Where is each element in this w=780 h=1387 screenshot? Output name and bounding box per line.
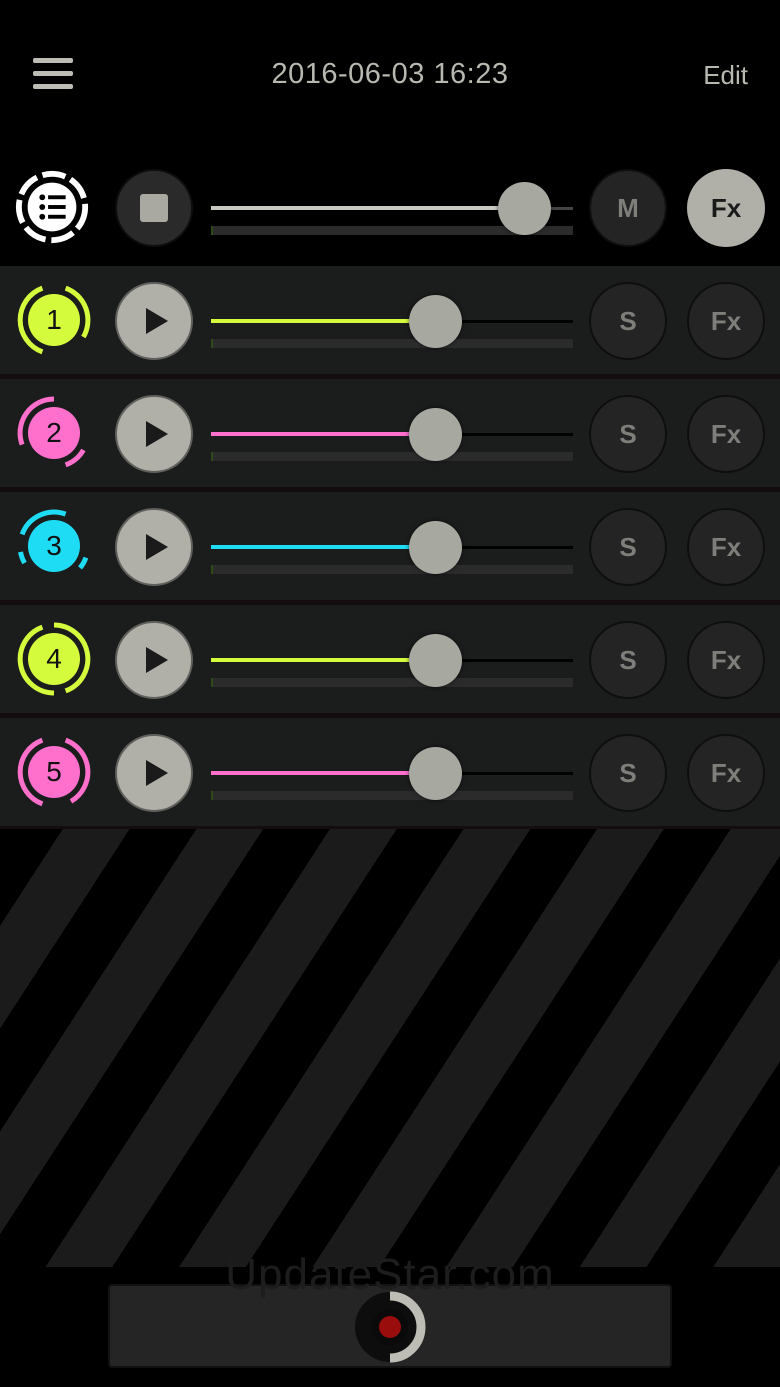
track-fx-button[interactable]: Fx [687, 395, 765, 473]
stop-button[interactable] [115, 169, 193, 247]
track-volume-slider[interactable] [211, 397, 573, 475]
track-fx-button[interactable]: Fx [687, 621, 765, 699]
track-volume-knob[interactable] [408, 747, 462, 800]
master-mute-button[interactable]: M [589, 169, 667, 247]
track-volume-fill [211, 319, 436, 323]
track-volume-fill [211, 771, 436, 775]
track-volume-slider[interactable] [211, 510, 573, 588]
header-bar: 2016-06-03 16:23 Edit [0, 0, 780, 150]
play-icon [146, 760, 168, 786]
solo-button[interactable]: S [589, 621, 667, 699]
track-volume-knob[interactable] [408, 634, 462, 687]
track-fx-button[interactable]: Fx [687, 282, 765, 360]
master-volume-slider[interactable] [211, 171, 573, 249]
play-button[interactable] [115, 395, 193, 473]
play-icon [146, 647, 168, 673]
play-button[interactable] [115, 734, 193, 812]
track-row-4: 4 S Fx [0, 605, 780, 718]
track-row-5: 5 S Fx [0, 718, 780, 831]
track-volume-slider[interactable] [211, 736, 573, 814]
track-volume-fill [211, 545, 436, 549]
record-icon [379, 1316, 401, 1338]
solo-button[interactable]: S [589, 282, 667, 360]
solo-button[interactable]: S [589, 395, 667, 473]
track-row-1: 1 S Fx [0, 266, 780, 379]
solo-button[interactable]: S [589, 508, 667, 586]
track-volume-knob[interactable] [408, 521, 462, 574]
track-volume-knob[interactable] [408, 408, 462, 461]
play-icon [146, 421, 168, 447]
track-row-3: 3 S Fx [0, 492, 780, 605]
track-fx-button[interactable]: Fx [687, 734, 765, 812]
track-number-badge[interactable] [14, 619, 94, 699]
session-title: 2016-06-03 16:23 [271, 58, 509, 90]
play-button[interactable] [115, 508, 193, 586]
play-icon [146, 308, 168, 334]
master-volume-knob[interactable] [498, 182, 552, 235]
track-row-2: 2 S Fx [0, 379, 780, 492]
play-button[interactable] [115, 282, 193, 360]
tracklist-icon[interactable] [13, 168, 91, 246]
master-fx-button[interactable]: Fx [687, 169, 765, 247]
record-button[interactable] [353, 1290, 427, 1364]
track-volume-knob[interactable] [408, 295, 462, 348]
track-volume-fill [211, 658, 436, 662]
track-volume-slider[interactable] [211, 623, 573, 701]
track-volume-fill [211, 432, 436, 436]
master-row: M Fx [0, 153, 780, 261]
edit-button[interactable]: Edit [703, 60, 748, 91]
empty-track-area [0, 829, 780, 1267]
track-volume-slider[interactable] [211, 284, 573, 362]
play-button[interactable] [115, 621, 193, 699]
track-fx-button[interactable]: Fx [687, 508, 765, 586]
track-number-badge[interactable] [14, 393, 94, 473]
track-number-badge[interactable] [14, 506, 94, 586]
stop-icon [140, 194, 168, 222]
track-number-badge[interactable] [14, 732, 94, 812]
solo-button[interactable]: S [589, 734, 667, 812]
track-number-badge[interactable] [14, 280, 94, 360]
play-icon [146, 534, 168, 560]
